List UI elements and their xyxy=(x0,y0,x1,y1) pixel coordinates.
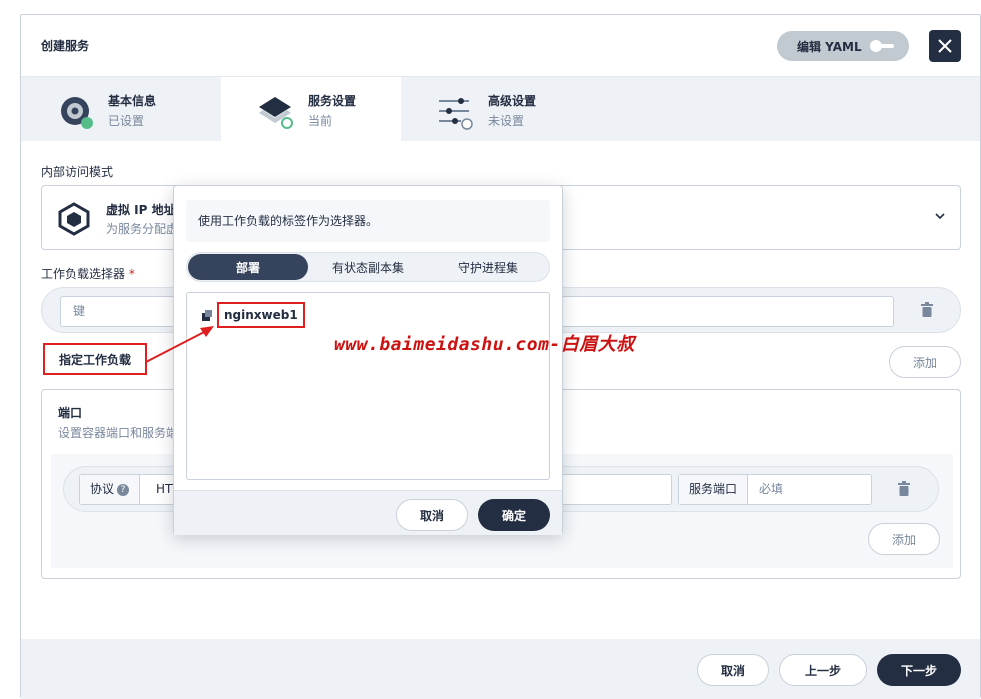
step-status: 已设置 xyxy=(108,114,145,128)
tab-deployments[interactable]: 部署 xyxy=(188,254,308,280)
modal-header: 创建服务 编辑 YAML xyxy=(21,15,980,77)
tab-statefulsets[interactable]: 有状态副本集 xyxy=(308,254,428,280)
trash-icon[interactable] xyxy=(897,481,911,497)
step-status: 未设置 xyxy=(488,114,525,128)
selector-key-input[interactable]: 键 xyxy=(60,296,180,327)
step-service-settings[interactable]: 服务设置 当前 xyxy=(221,77,401,141)
edit-yaml-label: 编辑 YAML xyxy=(797,39,862,54)
step-label: 基本信息 xyxy=(108,94,157,108)
close-button[interactable] xyxy=(929,30,961,62)
help-icon: ? xyxy=(117,483,130,496)
chevron-down-icon xyxy=(935,213,945,220)
step-status: 当前 xyxy=(308,114,333,128)
service-port-placeholder: 必填 xyxy=(759,482,784,496)
service-port-label: 服务端口 xyxy=(679,475,749,504)
ports-desc: 设置容器端口和服务端 xyxy=(58,426,179,440)
sliders-icon xyxy=(439,98,473,130)
modal-footer: 取消 上一步 下一步 xyxy=(21,639,980,699)
watermark-text: www.baimeidashu.com-白眉大叔 xyxy=(334,334,635,355)
next-step-button[interactable]: 下一步 xyxy=(877,654,961,686)
toggle-switch-icon xyxy=(869,40,894,52)
popover-footer: 取消 确定 xyxy=(174,490,562,535)
workload-picker-popover: 使用工作负载的标签作为选择器。 部署 有状态副本集 守护进程集 nginxweb… xyxy=(173,185,563,535)
steps-bar: 基本信息 已设置 服务设置 当前 高级设置 未设置 xyxy=(21,77,980,141)
cube-icon xyxy=(58,202,90,236)
ports-title: 端口 xyxy=(58,406,83,420)
add-port-button[interactable]: 添加 xyxy=(868,523,940,555)
access-mode-label: 内部访问模式 xyxy=(41,165,114,179)
layers-icon xyxy=(259,97,293,129)
workload-list: nginxweb1 xyxy=(186,292,550,480)
trash-icon[interactable] xyxy=(920,302,934,318)
workload-name: nginxweb1 xyxy=(217,302,305,328)
cancel-button[interactable]: 取消 xyxy=(697,654,769,686)
previous-step-button[interactable]: 上一步 xyxy=(779,654,867,686)
close-icon xyxy=(938,39,952,53)
modal-title: 创建服务 xyxy=(41,39,90,53)
access-mode-name: 虚拟 IP 地址 xyxy=(106,203,176,217)
workload-type-tabs: 部署 有状态副本集 守护进程集 xyxy=(186,252,550,282)
add-selector-button[interactable]: 添加 xyxy=(889,346,961,378)
access-mode-desc: 为服务分配虚 xyxy=(106,222,179,236)
workload-icon xyxy=(202,310,212,321)
step-basic-info[interactable]: 基本信息 已设置 xyxy=(21,77,201,141)
required-mark: * xyxy=(128,267,135,281)
popover-cancel-button[interactable]: 取消 xyxy=(396,499,468,531)
tab-daemonsets[interactable]: 守护进程集 xyxy=(428,254,548,280)
protocol-label: 协议? xyxy=(80,475,141,504)
workload-selector-text: 工作负载选择器 xyxy=(41,267,126,281)
workload-selector-label: 工作负载选择器 * xyxy=(41,265,135,282)
popover-tip: 使用工作负载的标签作为选择器。 xyxy=(186,200,550,242)
popover-confirm-button[interactable]: 确定 xyxy=(478,499,550,531)
service-port-input[interactable]: 服务端口 必填 xyxy=(678,474,872,505)
step-advanced-settings[interactable]: 高级设置 未设置 xyxy=(401,77,581,141)
list-item[interactable]: nginxweb1 xyxy=(201,302,305,328)
step-label: 服务设置 xyxy=(308,94,357,108)
step-label: 高级设置 xyxy=(488,94,537,108)
specify-workload-button[interactable]: 指定工作负载 xyxy=(43,343,147,375)
basic-info-icon xyxy=(61,97,93,129)
selector-value-input[interactable] xyxy=(542,296,894,327)
edit-yaml-toggle[interactable]: 编辑 YAML xyxy=(777,31,909,61)
